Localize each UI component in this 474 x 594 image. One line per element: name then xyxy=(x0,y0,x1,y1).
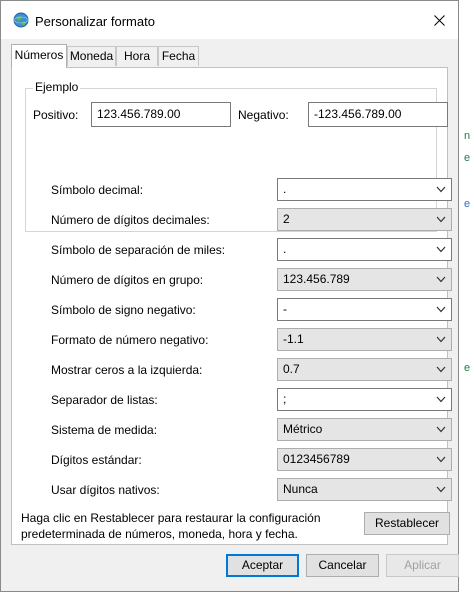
thousands-separator-value: . xyxy=(283,242,287,256)
negative-sign-combo[interactable]: - xyxy=(277,298,452,321)
example-group-title: Ejemplo xyxy=(33,80,81,94)
close-icon xyxy=(433,14,445,26)
chevron-down-icon[interactable] xyxy=(436,336,446,343)
measurement-system-value: Métrico xyxy=(283,422,323,436)
decimal-digits-select[interactable]: 2 xyxy=(277,208,452,231)
chevron-down-icon[interactable] xyxy=(436,456,446,463)
negative-format-select[interactable]: -1.1 xyxy=(277,328,452,351)
chevron-down-icon[interactable] xyxy=(436,216,446,223)
chevron-down-icon[interactable] xyxy=(436,186,446,193)
leading-zeros-value: 0.7 xyxy=(283,362,300,376)
dialog-title: Personalizar formato xyxy=(35,14,155,29)
chevron-down-icon[interactable] xyxy=(436,426,446,433)
list-separator-combo[interactable]: ; xyxy=(277,388,452,411)
background-text: e xyxy=(464,362,471,374)
digit-grouping-value: 123.456.789 xyxy=(283,272,350,286)
leading-zeros-select[interactable]: 0.7 xyxy=(277,358,452,381)
background-text: n xyxy=(464,130,471,142)
negative-label: Negativo: xyxy=(238,108,289,122)
negative-sign-label: Símbolo de signo negativo: xyxy=(51,303,196,317)
reset-button[interactable]: Restablecer xyxy=(364,512,450,535)
decimal-digits-label: Número de dígitos decimales: xyxy=(51,213,210,227)
leading-zeros-label: Mostrar ceros a la izquierda: xyxy=(51,363,203,377)
list-separator-value: ; xyxy=(283,392,287,406)
chevron-down-icon[interactable] xyxy=(436,486,446,493)
digit-grouping-label: Número de dígitos en grupo: xyxy=(51,273,204,287)
customize-format-dialog: Personalizar formato Números Moneda Hora… xyxy=(0,0,459,592)
globe-icon xyxy=(13,12,29,28)
native-digits-select[interactable]: Nunca xyxy=(277,478,452,501)
tab-numeros[interactable]: Números xyxy=(11,44,67,68)
accept-button[interactable]: Aceptar xyxy=(226,554,299,577)
decimal-symbol-value: . xyxy=(283,182,287,196)
tab-hora[interactable]: Hora xyxy=(116,46,158,66)
title-bar: Personalizar formato xyxy=(1,1,458,39)
help-line-1: Haga clic en Restablecer para restaurar … xyxy=(21,511,321,525)
standard-digits-value: 0123456789 xyxy=(283,452,350,466)
negative-sign-value: - xyxy=(283,302,287,316)
background-text: e xyxy=(464,152,471,164)
decimal-symbol-label: Símbolo decimal: xyxy=(51,183,144,197)
standard-digits-select[interactable]: 0123456789 xyxy=(277,448,452,471)
positive-sample: 123.456.789.00 xyxy=(91,102,231,127)
measurement-system-select[interactable]: Métrico xyxy=(277,418,452,441)
tab-panel-numeros: Ejemplo Positivo: 123.456.789.00 Negativ… xyxy=(11,67,452,545)
tab-moneda[interactable]: Moneda xyxy=(67,46,116,66)
standard-digits-label: Dígitos estándar: xyxy=(51,453,142,467)
background-window: n e e e xyxy=(458,0,474,594)
cancel-button[interactable]: Cancelar xyxy=(306,554,379,577)
close-button[interactable] xyxy=(423,5,455,35)
help-line-2: predeterminada de números, moneda, hora … xyxy=(21,527,298,541)
reset-help-text: Haga clic en Restablecer para restaurar … xyxy=(21,510,331,542)
list-separator-label: Separador de listas: xyxy=(51,393,158,407)
native-digits-value: Nunca xyxy=(283,482,318,496)
tab-fecha[interactable]: Fecha xyxy=(158,46,199,66)
chevron-down-icon[interactable] xyxy=(436,366,446,373)
decimal-digits-value: 2 xyxy=(283,212,290,226)
apply-button[interactable]: Aplicar xyxy=(386,554,459,577)
chevron-down-icon[interactable] xyxy=(436,306,446,313)
thousands-separator-combo[interactable]: . xyxy=(277,238,452,261)
chevron-down-icon[interactable] xyxy=(436,246,446,253)
negative-format-value: -1.1 xyxy=(283,332,304,346)
positive-label: Positivo: xyxy=(33,108,79,122)
decimal-symbol-combo[interactable]: . xyxy=(277,178,452,201)
negative-format-label: Formato de número negativo: xyxy=(51,333,209,347)
chevron-down-icon[interactable] xyxy=(436,276,446,283)
thousands-separator-label: Símbolo de separación de miles: xyxy=(51,243,226,257)
chevron-down-icon[interactable] xyxy=(436,396,446,403)
measurement-system-label: Sistema de medida: xyxy=(51,423,158,437)
digit-grouping-select[interactable]: 123.456.789 xyxy=(277,268,452,291)
negative-sample: -123.456.789.00 xyxy=(308,102,448,127)
background-text: e xyxy=(464,198,471,210)
native-digits-label: Usar dígitos nativos: xyxy=(51,483,160,497)
